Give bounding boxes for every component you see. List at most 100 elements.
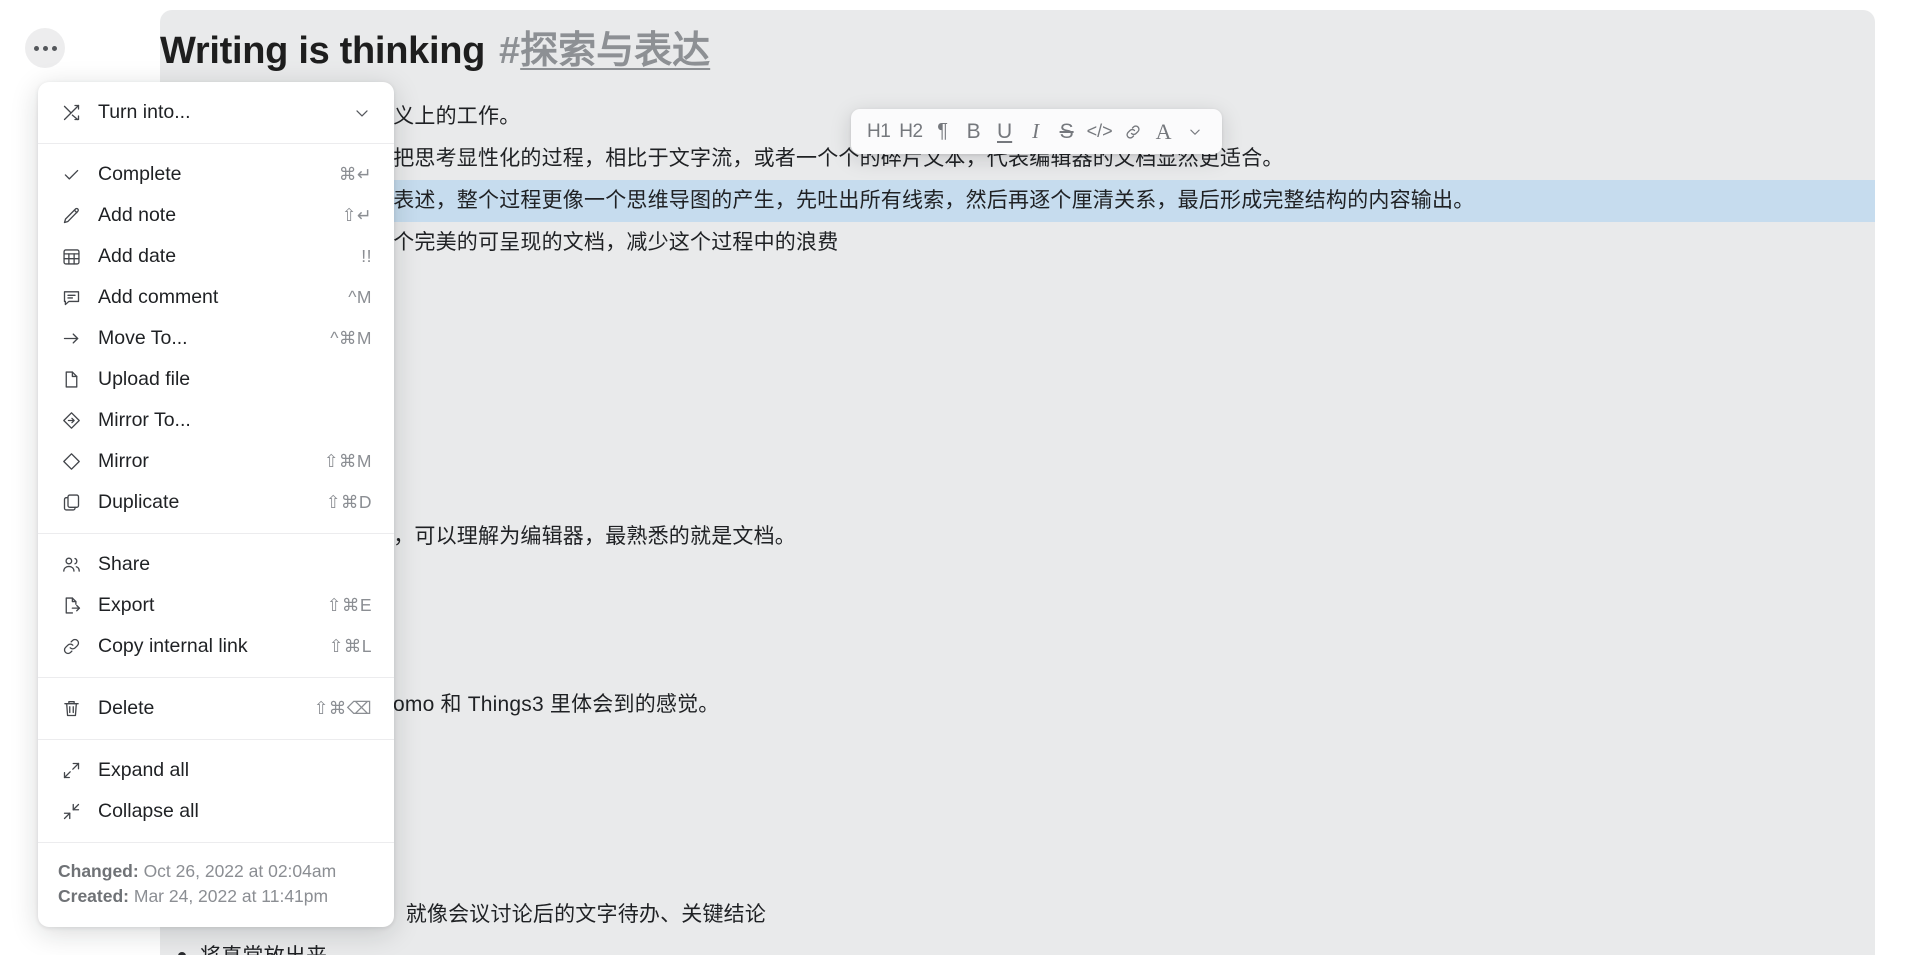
document-line[interactable]: 文字太虚，需要一个载体，可以理解为编辑器，最熟悉的就是文档。 xyxy=(160,516,1875,558)
menu-item-export[interactable]: Export ⇧⌘E xyxy=(38,585,394,626)
menu-item-mirror-to[interactable]: Mirror To... xyxy=(38,400,394,441)
menu-item-label: Collapse all xyxy=(98,799,199,822)
app-root: Writing is thinking #探索与表达 ，这里的「工作」不是狭义上… xyxy=(0,0,1920,955)
text-color-button[interactable]: A xyxy=(1150,116,1178,148)
strikethrough-button[interactable]: S xyxy=(1053,116,1081,148)
italic-button[interactable]: I xyxy=(1022,116,1050,148)
document-title-row: Writing is thinking #探索与表达 xyxy=(160,24,710,78)
menu-item-duplicate[interactable]: Duplicate ⇧⌘D xyxy=(38,482,394,523)
tag-hash: # xyxy=(499,30,521,72)
changed-row: Changed: Oct 26, 2022 at 02:04am xyxy=(58,859,374,884)
dot-3 xyxy=(51,45,57,51)
dot-1 xyxy=(33,45,39,51)
document-line[interactable]: 展示出来 xyxy=(160,810,1875,852)
document-line[interactable]: 个工作是广义上的工作 xyxy=(160,348,1875,390)
document-line[interactable]: 考结束的时候，恰好是一个完美的可呈现的文档，减少这个过程中的浪费 xyxy=(160,222,1875,264)
menu-item-delete[interactable]: Delete ⇧⌘⌫ xyxy=(38,688,394,729)
menu-item-expand-all[interactable]: Expand all xyxy=(38,750,394,791)
link-icon xyxy=(58,634,84,660)
expand-icon xyxy=(58,758,84,784)
formatting-toolbar[interactable]: H1 H2 ¶ B U I S </> A xyxy=(851,109,1222,154)
mirror-to-icon xyxy=(58,408,84,434)
export-icon xyxy=(58,593,84,619)
turn-into-icon xyxy=(58,100,84,126)
changed-label: Changed: xyxy=(58,861,139,881)
paragraph-button[interactable]: ¶ xyxy=(929,116,957,148)
duplicate-icon xyxy=(58,490,84,516)
menu-item-label: Expand all xyxy=(98,758,190,781)
menu-item-label: Move To... xyxy=(98,326,188,349)
people-icon xyxy=(58,552,84,578)
menu-item-label: Turn into... xyxy=(98,100,191,123)
document-line[interactable]: 不管理，包括自己和别人 xyxy=(160,264,1875,306)
trash-icon xyxy=(58,696,84,722)
comment-icon xyxy=(58,285,84,311)
menu-item-collapse-all[interactable]: Collapse all xyxy=(38,791,394,832)
menu-item-shortcut: ⇧⌘M xyxy=(323,451,372,471)
created-label: Created: xyxy=(58,886,129,906)
menu-item-shortcut: ⌘↵ xyxy=(338,164,372,184)
menu-item-label: Share xyxy=(98,552,151,575)
document-line[interactable]: 分。 xyxy=(160,852,1875,894)
document-line[interactable]: 个，这是我在用 Craft、flomo 和 Things3 里体会到的感觉。 xyxy=(160,684,1875,726)
diamond-icon xyxy=(58,449,84,475)
menu-group: Complete ⌘↵ Add note ⇧↵ Add date!! Add commen… xyxy=(38,143,394,533)
document-line[interactable] xyxy=(160,390,1875,432)
menu-item-label: Add date xyxy=(98,244,177,267)
menu-item-shortcut: ⇧↵ xyxy=(341,205,372,225)
menu-group: Delete ⇧⌘⌫ xyxy=(38,677,394,739)
heading1-button[interactable]: H1 xyxy=(864,116,893,148)
document-line[interactable]: 有损 xyxy=(160,474,1875,516)
menu-item-add-comment[interactable]: Add comment ^M xyxy=(38,277,394,318)
menu-item-label: Add comment xyxy=(98,285,219,308)
created-value: Mar 24, 2022 at 11:41pm xyxy=(129,886,329,906)
created-row: Created: Mar 24, 2022 at 11:41pm xyxy=(58,884,374,909)
tag-label: 探索与表达 xyxy=(520,30,711,72)
menu-item-mirror[interactable]: Mirror ⇧⌘M xyxy=(38,441,394,482)
menu-item-label: Duplicate xyxy=(98,490,180,513)
document-line[interactable]: 其他人可以方便 Review，就像会议讨论后的文字待办、关键结论 xyxy=(160,894,1875,936)
list-item[interactable]: 将真常放出来 xyxy=(160,936,1875,955)
check-icon xyxy=(58,162,84,188)
heading2-button[interactable]: H2 xyxy=(896,116,925,148)
menu-item-add-date[interactable]: Add date!! xyxy=(38,236,394,277)
chevron-down-icon[interactable] xyxy=(1181,116,1209,148)
menu-item-move-to[interactable]: Move To... ^⌘M xyxy=(38,318,394,359)
menu-item-shortcut: ⇧⌘⌫ xyxy=(313,698,372,718)
menu-group: Expand all Collapse all xyxy=(38,739,394,842)
menu-item-copy-internal-link[interactable]: Copy internal link ⇧⌘L xyxy=(38,626,394,667)
arrow-right-icon xyxy=(58,326,84,352)
menu-item-shortcut: ^M xyxy=(348,287,372,307)
menu-item-label: Upload file xyxy=(98,367,191,390)
document-line[interactable] xyxy=(160,306,1875,348)
document-body: ，这里的「工作」不是狭义上的工作。过程，或者，换句话说，把思考显性化的过程，相比… xyxy=(160,96,1875,955)
menu-item-label: Delete xyxy=(98,696,155,719)
document-line[interactable]: 用思维导图的制作 xyxy=(160,558,1875,600)
menu-item-turn-into[interactable]: Turn into... xyxy=(38,92,394,133)
document-line[interactable]: e list xyxy=(160,726,1875,768)
menu-item-upload-file[interactable]: Upload file xyxy=(38,359,394,400)
calendar-icon xyxy=(58,244,84,270)
document-tag[interactable]: #探索与表达 xyxy=(499,32,710,70)
menu-item-shortcut: ⇧⌘D xyxy=(325,492,372,512)
menu-item-share[interactable]: Share xyxy=(38,544,394,585)
menu-item-complete[interactable]: Complete ⌘↵ xyxy=(38,154,394,195)
code-button[interactable]: </> xyxy=(1084,116,1116,148)
document-line[interactable] xyxy=(160,600,1875,642)
menu-item-label: Mirror To... xyxy=(98,408,191,431)
menu-item-label: Complete xyxy=(98,162,182,185)
pencil-icon xyxy=(58,203,84,229)
document-line[interactable] xyxy=(160,432,1875,474)
bold-button[interactable]: B xyxy=(960,116,988,148)
document-line[interactable]: 组织的能力 xyxy=(160,642,1875,684)
document-line[interactable]: 截图展现出来 xyxy=(160,768,1875,810)
document-line[interactable]: 一次吐出一个结构完整的表述，整个过程更像一个思维导图的产生，先吐出所有线索，然后… xyxy=(160,180,1875,222)
menu-item-add-note[interactable]: Add note ⇧↵ xyxy=(38,195,394,236)
list-item-label: 将真常放出来 xyxy=(200,945,327,955)
context-menu[interactable]: Turn into... Complete ⌘↵ Add note ⇧↵ Add date… xyxy=(38,82,394,927)
file-icon xyxy=(58,367,84,393)
link-icon[interactable] xyxy=(1119,116,1147,148)
menu-item-label: Export xyxy=(98,593,155,616)
more-options-button[interactable] xyxy=(25,28,65,68)
underline-button[interactable]: U xyxy=(991,116,1019,148)
